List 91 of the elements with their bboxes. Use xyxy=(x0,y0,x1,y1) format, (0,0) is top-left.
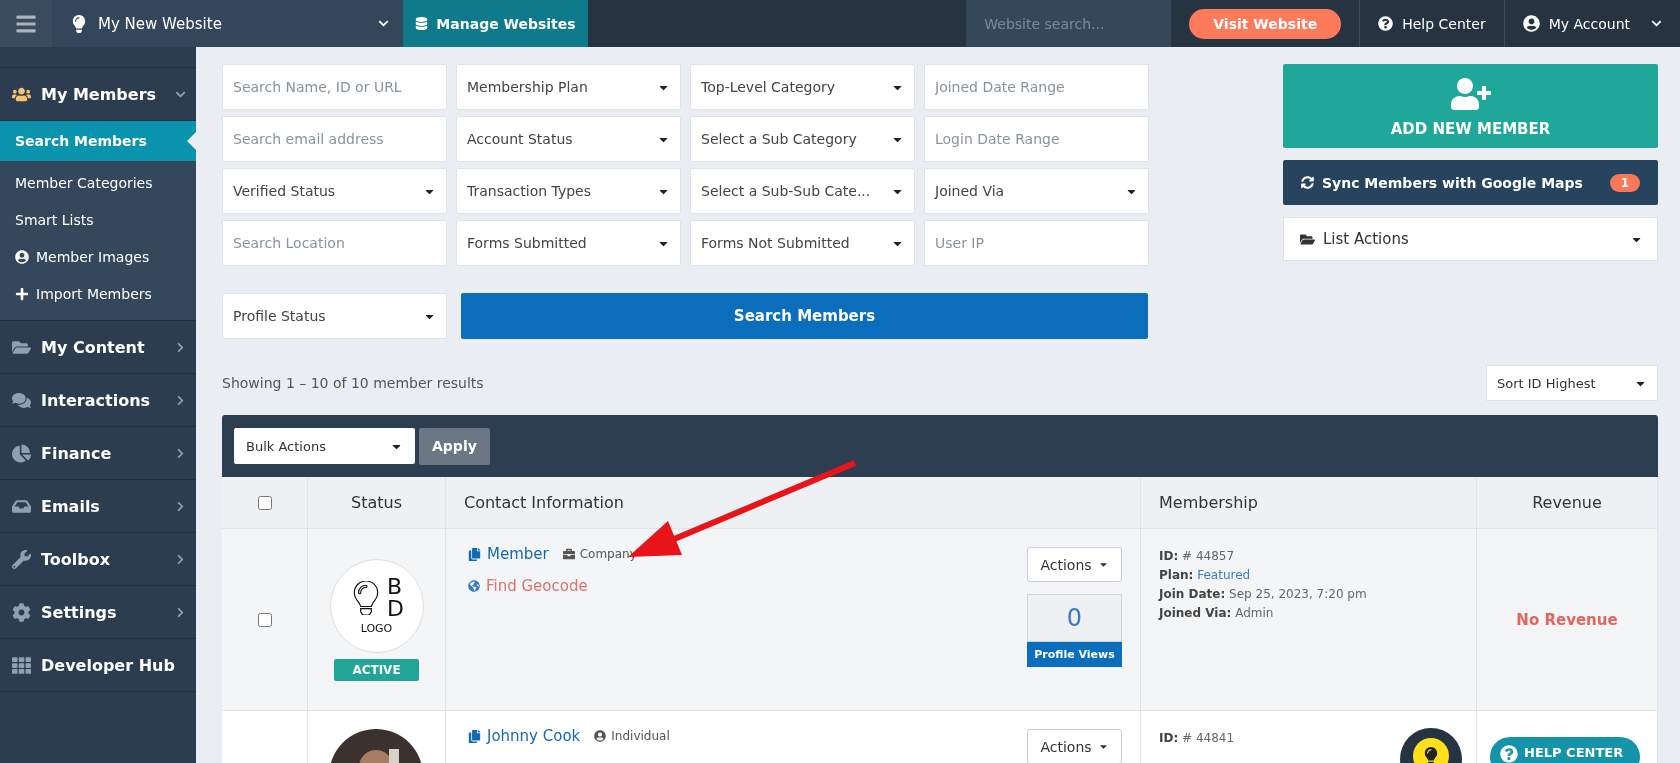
column-header: Contact Information xyxy=(464,493,624,512)
member-type: Company xyxy=(562,547,637,561)
pie-chart-icon xyxy=(12,443,31,463)
logo-letter: B xyxy=(387,576,404,598)
chevron-right-icon xyxy=(175,553,186,565)
filter-dropdown[interactable]: Verified Status xyxy=(222,168,447,214)
copy-icon xyxy=(468,729,481,743)
membership-detail: ID: # 44841 xyxy=(1159,730,1235,747)
copy-icon xyxy=(468,547,481,561)
sidebar-item[interactable]: My Content xyxy=(0,321,196,374)
filter-dropdown[interactable]: Forms Submitted xyxy=(456,220,681,266)
chevron-right-icon xyxy=(175,606,186,618)
help-icon xyxy=(1500,745,1518,763)
filter-dropdown[interactable]: Membership Plan xyxy=(456,64,681,110)
sort-dropdown[interactable]: Sort ID Highest xyxy=(1486,365,1658,401)
sidebar-subitem[interactable]: Search Members xyxy=(0,121,196,161)
help-icon xyxy=(1378,16,1394,31)
chevron-down-icon xyxy=(1651,18,1662,29)
actions-button[interactable]: Actions xyxy=(1027,547,1122,582)
membership-detail: Plan: Featured xyxy=(1159,567,1251,584)
revenue-value: No Revenue xyxy=(1516,610,1618,629)
logo-caption: LOGO xyxy=(360,622,393,635)
column-header: Status xyxy=(351,493,402,512)
filter-field[interactable]: Search Name, ID or URL xyxy=(222,64,447,110)
filter-field[interactable]: Joined Date Range xyxy=(924,64,1149,110)
grid-icon xyxy=(12,655,31,675)
filter-dropdown[interactable]: Joined Via xyxy=(924,168,1149,214)
apply-button[interactable]: Apply xyxy=(419,427,490,465)
profile-views-button[interactable]: Profile Views xyxy=(1027,642,1122,667)
sidebar-subitem[interactable]: Import Members xyxy=(0,275,196,312)
plus-icon xyxy=(15,286,29,301)
column-header: Membership xyxy=(1159,493,1258,512)
filter-dropdown[interactable]: Select a Sub Category xyxy=(690,116,915,162)
sidebar-subitem[interactable]: Member Categories xyxy=(0,164,196,201)
sidebar-item[interactable]: Emails xyxy=(0,480,196,533)
filter-dropdown[interactable]: Top-Level Category xyxy=(690,64,915,110)
filter-dropdown[interactable]: Profile Status xyxy=(222,293,447,339)
list-actions-dropdown[interactable]: List Actions xyxy=(1283,217,1658,261)
manage-websites-tab[interactable]: Manage Websites xyxy=(403,0,588,47)
account-menu[interactable]: My Account xyxy=(1503,0,1680,47)
status-badge: ACTIVE xyxy=(334,658,419,681)
lightbulb-icon xyxy=(1422,747,1440,763)
filter-field[interactable]: User IP xyxy=(924,220,1149,266)
sidebar-item[interactable]: Finance xyxy=(0,427,196,480)
membership-detail: Joined Via: Admin xyxy=(1159,605,1274,622)
chevron-right-icon xyxy=(175,447,186,459)
results-summary: Showing 1 – 10 of 10 member results xyxy=(222,375,484,391)
filter-field[interactable]: Search Location xyxy=(222,220,447,266)
row-checkbox[interactable] xyxy=(257,612,272,627)
chevron-down-icon xyxy=(378,18,389,29)
chevron-right-icon xyxy=(175,394,186,406)
filter-dropdown[interactable]: Select a Sub-Sub Cate... xyxy=(690,168,915,214)
actions-button[interactable]: Actions xyxy=(1027,729,1122,763)
sync-icon xyxy=(1301,176,1314,189)
sidebar-item[interactable]: Interactions xyxy=(0,374,196,427)
sidebar-subitem[interactable]: Member Images xyxy=(0,238,196,275)
filter-field[interactable]: Search email address xyxy=(222,116,447,162)
member-name-link[interactable]: Member xyxy=(468,545,549,563)
sidebar-item[interactable]: Settings xyxy=(0,586,196,639)
sidebar-subitem[interactable]: Smart Lists xyxy=(0,201,196,238)
member-type: Individual xyxy=(594,729,670,743)
filter-field[interactable]: Login Date Range xyxy=(924,116,1149,162)
help-center-link[interactable]: Help Center xyxy=(1359,0,1504,47)
sidebar-item[interactable]: Toolbox xyxy=(0,533,196,586)
member-name-link[interactable]: Johnny Cook xyxy=(468,727,581,745)
bulk-actions-dropdown[interactable]: Bulk Actions xyxy=(234,428,415,464)
select-all-checkbox[interactable] xyxy=(257,495,272,510)
membership-detail: Join Date: Sep 25, 2023, 7:20 pm xyxy=(1159,586,1367,603)
chat-icon xyxy=(12,390,31,410)
wrench-icon xyxy=(12,549,31,569)
profile-views-count: 0 xyxy=(1027,594,1122,642)
help-center-button[interactable]: HELP CENTER xyxy=(1490,737,1640,763)
lightbulb-icon xyxy=(70,14,88,33)
filter-dropdown[interactable]: Account Status xyxy=(456,116,681,162)
chevron-right-icon xyxy=(175,341,186,353)
sidebar-item[interactable]: Developer Hub xyxy=(0,639,196,692)
chevron-right-icon xyxy=(175,500,186,512)
settings-icon xyxy=(12,602,31,622)
filter-dropdown[interactable]: Transaction Types xyxy=(456,168,681,214)
membership-detail: ID: # 44857 xyxy=(1159,548,1235,565)
logo-letter: D xyxy=(387,598,404,620)
search-members-button[interactable]: Search Members xyxy=(461,293,1148,339)
briefcase-icon xyxy=(562,548,575,560)
website-search-field[interactable]: Website search... xyxy=(966,0,1172,47)
column-header: Revenue xyxy=(1532,493,1602,512)
database-icon xyxy=(415,17,429,30)
count-badge: 1 xyxy=(1609,173,1640,192)
globe-icon xyxy=(468,580,480,592)
website-selector[interactable]: My New Website xyxy=(52,0,403,47)
filter-dropdown[interactable]: Forms Not Submitted xyxy=(690,220,915,266)
sync-button[interactable]: Sync Members with Google Maps 1 xyxy=(1283,160,1658,205)
